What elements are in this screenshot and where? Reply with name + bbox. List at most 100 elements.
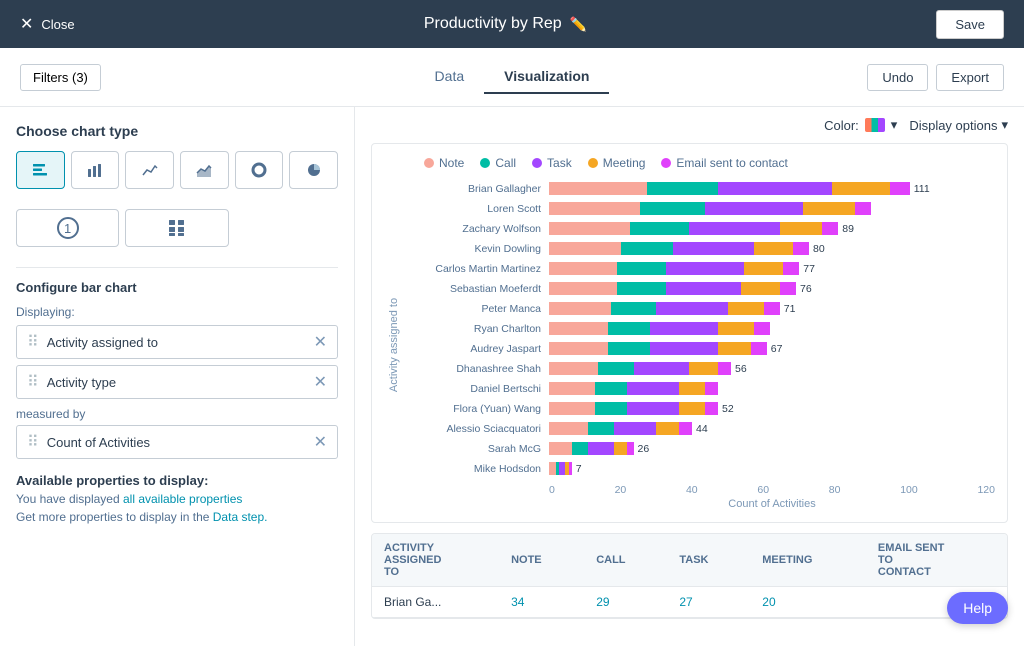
- toolbar-right: Undo Export: [763, 64, 1004, 91]
- bar-name: Carlos Martin Martinez: [404, 263, 549, 275]
- data-table: ACTIVITYASSIGNEDTO NOTE CALL TASK MEETIN…: [372, 534, 1007, 618]
- chip-activity-type[interactable]: ⠿ Activity type ✕: [16, 365, 338, 399]
- chip1-remove[interactable]: ✕: [314, 332, 327, 352]
- bar-segment-email: [705, 402, 718, 415]
- chart-type-table[interactable]: [125, 209, 228, 247]
- filters-button[interactable]: Filters (3): [20, 64, 101, 91]
- chip-activity-assigned[interactable]: ⠿ Activity assigned to ✕: [16, 325, 338, 359]
- bar-segment-note: [549, 262, 617, 275]
- bar-segment-email: [569, 462, 572, 475]
- chip-count[interactable]: ⠿ Count of Activities ✕: [16, 425, 338, 459]
- color-control[interactable]: Color: ▾: [824, 117, 897, 133]
- bar-segment-note: [549, 382, 595, 395]
- bar-segment-call: [598, 362, 634, 375]
- bar-rows: Brian Gallagher 111 Loren Scott Zachary Wol…: [404, 180, 995, 477]
- bar-name: Zachary Wolfson: [404, 223, 549, 235]
- bar-segment-note: [549, 422, 588, 435]
- chart-type-donut[interactable]: [235, 151, 284, 189]
- save-button[interactable]: Save: [936, 10, 1004, 39]
- drag-icon3: ⠿: [27, 432, 39, 452]
- all-properties-link[interactable]: all available properties: [123, 492, 242, 506]
- export-button[interactable]: Export: [936, 64, 1004, 91]
- bar-segment-meeting: [718, 322, 754, 335]
- bar-name: Alessio Sciacquatori: [404, 423, 549, 435]
- bar-segment-note: [549, 202, 640, 215]
- bar-row: Alessio Sciacquatori 44: [404, 420, 995, 437]
- help-button[interactable]: Help: [947, 592, 1008, 624]
- bar-segment-note: [549, 442, 572, 455]
- bar-name: Brian Gallagher: [404, 183, 549, 195]
- chart-type-number[interactable]: 1: [16, 209, 119, 247]
- right-panel: Color: ▾ Display options ▾ Note Call: [355, 107, 1024, 646]
- legend-task-label: Task: [547, 156, 572, 170]
- chip2-remove[interactable]: ✕: [314, 372, 327, 392]
- bar-value: 111: [914, 183, 930, 195]
- line-icon: [141, 161, 159, 179]
- bar-track: [549, 322, 995, 335]
- close-button[interactable]: ✕ Close: [20, 14, 75, 34]
- legend-task-dot: [532, 158, 542, 168]
- x-axis: 0 20 40 60 80 100 120: [549, 480, 995, 496]
- edit-icon[interactable]: ✏️: [570, 16, 587, 33]
- color-swatch: [865, 118, 885, 132]
- bar-segment-call: [640, 202, 705, 215]
- bar-value: 26: [638, 443, 650, 455]
- tab-bar: Data Visualization: [271, 60, 753, 94]
- bar-value: 44: [696, 423, 708, 435]
- chart-type-vertical-bar[interactable]: [71, 151, 120, 189]
- bar-name: Peter Manca: [404, 303, 549, 315]
- bar-segment-email: [890, 182, 910, 195]
- toolbar: Filters (3) Data Visualization Undo Expo…: [0, 48, 1024, 107]
- bar-segment-task: [650, 322, 718, 335]
- chart-type-line[interactable]: [125, 151, 174, 189]
- chip-left2: ⠿ Activity type: [27, 372, 116, 392]
- legend-email-dot: [661, 158, 671, 168]
- undo-button[interactable]: Undo: [867, 64, 928, 91]
- drag-icon2: ⠿: [27, 372, 39, 392]
- choose-chart-type-title: Choose chart type: [16, 123, 338, 139]
- y-axis-label-container: Activity assigned to: [384, 180, 404, 510]
- bar-row: Audrey Jaspart67: [404, 340, 995, 357]
- chart-type-area[interactable]: [180, 151, 229, 189]
- bar-segment-email: [751, 342, 767, 355]
- td-meeting: 20: [750, 587, 866, 618]
- bar-segment-email: [754, 322, 770, 335]
- tab-data[interactable]: Data: [415, 60, 485, 94]
- bar-value: 67: [771, 343, 783, 355]
- bar-segment-meeting: [832, 182, 891, 195]
- display-options-button[interactable]: Display options ▾: [909, 117, 1008, 133]
- chart-type-horizontal-bar[interactable]: [16, 151, 65, 189]
- close-label: Close: [41, 17, 74, 32]
- bar-track: 80: [549, 242, 995, 255]
- bar-segment-meeting: [679, 382, 705, 395]
- bar-track: 76: [549, 282, 995, 295]
- bar-segment-call: [617, 262, 666, 275]
- chart-type-pie[interactable]: [289, 151, 338, 189]
- bar-segment-meeting: [679, 402, 705, 415]
- horizontal-bar-icon: [31, 161, 49, 179]
- bar-segment-email: [780, 282, 796, 295]
- bar-row: Peter Manca71: [404, 300, 995, 317]
- bar-name: Sebastian Moeferdt: [404, 283, 549, 295]
- bar-row: Mike Hodsdon7: [404, 460, 995, 477]
- data-step-link[interactable]: Data step.: [213, 510, 268, 524]
- bar-row: Brian Gallagher 111: [404, 180, 995, 197]
- bar-name: Loren Scott: [404, 203, 549, 215]
- bar-name: Ryan Charlton: [404, 323, 549, 335]
- bar-segment-meeting: [780, 222, 822, 235]
- chip3-remove[interactable]: ✕: [314, 432, 327, 452]
- th-email: EMAIL SENTTOCONTACT: [866, 534, 1007, 587]
- chart-type-row2: 1: [16, 209, 338, 247]
- bar-row: Kevin Dowling80: [404, 240, 995, 257]
- bar-track: 89: [549, 222, 995, 235]
- bar-segment-meeting: [718, 342, 751, 355]
- legend-note: Note: [424, 156, 464, 170]
- available-section: Available properties to display: You hav…: [16, 473, 338, 524]
- bar-segment-meeting: [689, 362, 718, 375]
- bar-segment-email: [705, 382, 718, 395]
- td-name: Brian Ga...: [372, 587, 499, 618]
- tab-visualization[interactable]: Visualization: [484, 60, 609, 94]
- bar-segment-task: [634, 362, 689, 375]
- toolbar-left: Filters (3): [20, 64, 261, 91]
- bar-row: Ryan Charlton: [404, 320, 995, 337]
